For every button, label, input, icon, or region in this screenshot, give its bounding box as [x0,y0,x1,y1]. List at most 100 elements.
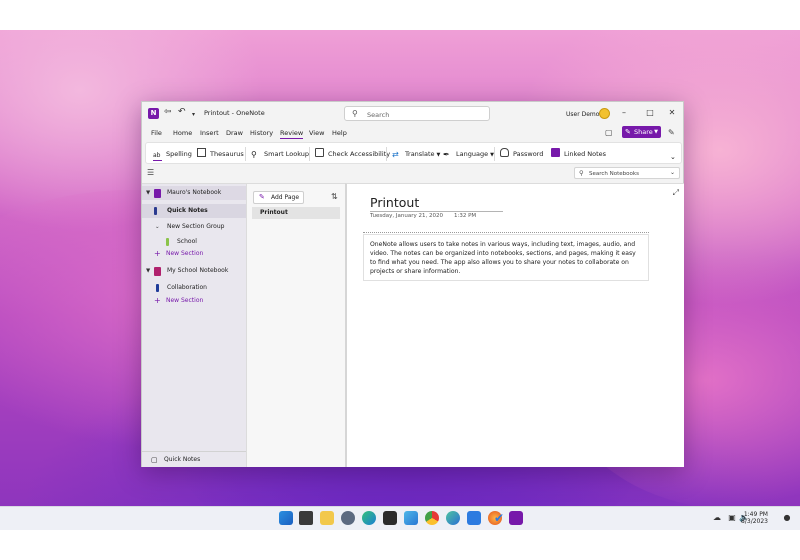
menu-insert[interactable]: Insert [200,129,219,137]
back-icon[interactable]: ⇦ [164,107,172,118]
menu-draw[interactable]: Draw [226,129,243,137]
clock-time: 1:49 PM [743,511,768,518]
ribbon-separator [386,147,387,161]
new-section-label: New Section [166,297,204,304]
ribbon-collapse-icon[interactable]: ⌄ [670,151,676,163]
search-icon: ⚲ [352,109,358,118]
chevron-down-icon: ▼ [436,152,441,158]
avatar[interactable] [599,108,610,119]
plus-icon: + [154,249,161,258]
check-accessibility-label: Check Accessibility [328,150,391,158]
chevron-down-icon: ⌄ [155,224,160,230]
notebook-my-school[interactable]: ▼ My School Notebook [142,264,246,278]
smart-lookup-label: Smart Lookup [264,150,309,158]
terminal-icon[interactable] [383,511,397,525]
check-accessibility-button[interactable]: Check Accessibility [315,148,390,160]
spelling-icon: ab [153,152,162,161]
file-explorer-icon[interactable] [320,511,334,525]
translate-label: Translate [405,150,435,158]
hamburger-menu-icon[interactable]: ☰ [147,168,154,177]
page-title[interactable]: Printout [370,195,419,210]
note-container[interactable]: OneNote allows users to take notes in va… [363,234,649,281]
ribbon-separator [309,147,310,161]
cloud-icon[interactable]: ☁ [712,513,722,523]
store-icon[interactable] [467,511,481,525]
minimize-icon[interactable]: – [618,108,630,117]
todo-check-icon[interactable]: ✔ [492,511,506,525]
new-section-button[interactable]: + New Section [142,294,246,308]
smart-lookup-icon: ⚲ [251,150,257,159]
password-button[interactable]: Password [500,148,543,160]
menu-home[interactable]: Home [173,129,192,137]
search-input[interactable]: ⚲ Search [344,106,490,121]
list-item[interactable]: Printout [252,207,340,219]
search-icon: ⚲ [579,169,584,177]
language-label: Language [456,150,489,158]
quick-access-dropdown-icon[interactable]: ▾ [192,109,195,120]
notebook-mauros[interactable]: ▼ Mauro's Notebook [142,186,246,200]
menu-file[interactable]: File [151,129,162,137]
translate-button[interactable]: ⇄ Translate ▼ [392,148,440,160]
section-quick-notes[interactable]: Quick Notes [142,204,246,218]
share-button[interactable]: ✎ Share ▼ [622,126,661,138]
ribbon-review: ab Spelling Thesaurus ⚲ Smart Lookup Check… [145,142,682,164]
window-title: Printout - OneNote [204,109,265,117]
undo-icon[interactable]: ↶ [178,107,186,118]
menu-history[interactable]: History [250,129,273,137]
close-icon[interactable]: ✕ [666,108,678,117]
start-icon[interactable] [279,511,293,525]
notification-icon[interactable]: ● [782,513,792,523]
photos-icon[interactable] [404,511,418,525]
chevron-down-icon: ⌄ [669,169,675,176]
language-icon: ✒ [443,150,450,159]
smart-lookup-button[interactable]: ⚲ Smart Lookup [251,148,309,160]
section-group-label: New Section Group [167,223,225,230]
menu-review[interactable]: Review [280,129,304,139]
notebook-navigation: ▼ Mauro's Notebook Quick Notes ⌄ New Sec… [142,183,246,467]
clock[interactable]: 1:49 PM 8/3/2023 [741,511,768,525]
edge-icon[interactable] [362,511,376,525]
task-view-icon[interactable] [299,511,313,525]
menu-view[interactable]: View [309,129,324,137]
edge-dev-icon[interactable] [446,511,460,525]
comment-icon[interactable]: ✎ [668,128,675,137]
page-time: 1:32 PM [454,213,477,219]
password-label: Password [513,150,544,158]
chevron-down-icon: ▼ [146,268,151,274]
menu-help[interactable]: Help [332,129,347,137]
onenote-taskbar-icon[interactable] [509,511,523,525]
sticky-notes-icon[interactable]: ▢ [605,128,613,137]
section-group[interactable]: ⌄ New Section Group [142,220,246,234]
section-color-bar [166,238,169,246]
section-color-bar [156,284,159,292]
spelling-button[interactable]: ab Spelling [153,148,192,161]
section-collaboration[interactable]: Collaboration [142,281,246,295]
note-text[interactable]: OneNote allows users to take notes in va… [370,241,636,275]
user-name[interactable]: User Demo [566,111,599,118]
page-canvas[interactable]: ⤢ Printout Tuesday, January 21, 2020 1:3… [345,183,684,467]
thesaurus-icon [197,148,206,157]
settings-icon[interactable] [341,511,355,525]
add-page-label: Add Page [271,194,300,201]
search-notebooks-dropdown[interactable]: ⚲ Search Notebooks ⌄ [574,167,680,179]
thesaurus-button[interactable]: Thesaurus [197,148,244,160]
maximize-icon[interactable]: □ [644,108,656,117]
title-underline [370,211,503,212]
chrome-icon[interactable] [425,511,439,525]
onenote-app-icon: N [148,108,159,119]
section-label: Collaboration [167,284,207,291]
spelling-label: Spelling [166,150,192,158]
expand-icon[interactable]: ⤢ [673,188,679,198]
add-page-button[interactable]: ✎ Add Page [253,191,304,204]
quick-notes-footer[interactable]: ▢ Quick Notes [142,451,246,467]
new-section-button[interactable]: + New Section [142,247,246,261]
thesaurus-label: Thesaurus [210,150,244,158]
linked-notes-button[interactable]: Linked Notes [551,148,606,160]
sort-icon[interactable]: ⇅ [331,192,338,201]
password-icon [500,148,509,157]
language-button[interactable]: ✒ Language ▼ [443,148,494,160]
chevron-down-icon: ▼ [654,129,658,135]
network-icon[interactable]: ▣ [727,513,737,523]
share-icon: ✎ [625,128,631,136]
page-list: ✎ Add Page ⇅ Printout [246,183,345,467]
